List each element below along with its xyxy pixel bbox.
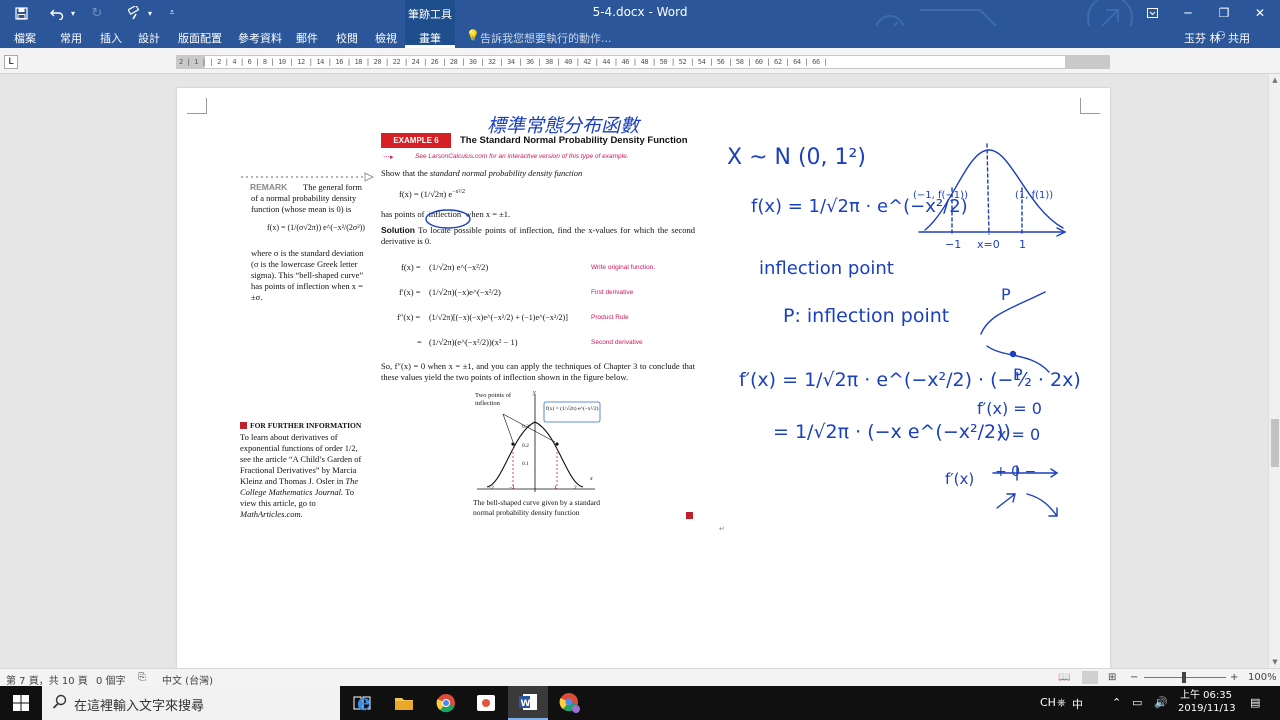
proofing-icon[interactable]: ⎘: [138, 672, 146, 683]
ink-line1: X ~ N (0, 1²): [727, 145, 866, 170]
word-app-icon[interactable]: W: [508, 686, 548, 720]
scroll-up-icon[interactable]: ▲: [1269, 74, 1280, 86]
close-button[interactable]: ✕: [1242, 0, 1278, 26]
ime-settings-icon[interactable]: ⎈: [1057, 696, 1066, 710]
clock-date: 2019/11/13: [1178, 703, 1236, 714]
ruler-ticks: 2 | 1 | | 2 | 4 | 6 | 8 | 10 | 12 | 14 |…: [179, 58, 828, 66]
notifications-icon[interactable]: ▤: [1250, 696, 1260, 709]
ink-graph-right: (1, f(1)): [1015, 190, 1053, 201]
network-icon[interactable]: ▭: [1132, 696, 1142, 709]
tab-design[interactable]: 設計: [138, 30, 160, 46]
ribbon-tabs: 檔案 常用 插入 設計 版面配置 參考資料 郵件 校閱 檢視 畫筆 💡 告訴我您…: [0, 26, 1280, 48]
search-placeholder: 在這裡輸入文字來搜尋: [74, 699, 205, 714]
system-clock[interactable]: 上午 06:35 2019/11/13: [1178, 689, 1236, 715]
minimize-button[interactable]: ─: [1170, 0, 1206, 26]
ink-inflection-point: inflection point: [759, 258, 894, 279]
ink-circle-inflection: [425, 209, 471, 229]
ink-graph-left: (−1, f(−1)): [913, 190, 968, 201]
tab-insert[interactable]: 插入: [100, 30, 122, 46]
ink-deriv2: = 1/√2π · (−x e^(−x²/2)): [773, 421, 1011, 443]
scrollbar-thumb[interactable]: [1271, 419, 1279, 467]
file-explorer-icon[interactable]: [384, 686, 424, 720]
language-indicator[interactable]: 中文 (台灣): [162, 672, 213, 687]
word-count[interactable]: 0 個字: [96, 672, 126, 687]
ink-increasing-arrow: [996, 493, 1016, 509]
share-person-icon: ⚇: [1216, 29, 1226, 42]
tab-view[interactable]: 檢視: [375, 30, 397, 46]
media-app-icon[interactable]: [466, 686, 506, 720]
document-area[interactable]: EXAMPLE 6 The Standard Normal Probabilit…: [0, 74, 1268, 668]
show-hidden-icons[interactable]: ⌃: [1112, 696, 1121, 709]
word-window: ▾ ↻ ▾ ⩡ 筆跡工具 5-4.docx - Word ─ ❐ ✕ 檔案 常用…: [0, 0, 1280, 720]
zoom-out-icon[interactable]: −: [1130, 672, 1138, 683]
ink-graph-tick-right: 1: [1019, 238, 1026, 251]
ink-graph-tick-left: −1: [945, 238, 961, 251]
web-layout-icon[interactable]: ⊞: [1108, 672, 1116, 683]
ink-deriv1: f′(x) = 1/√2π · e^(−x²/2) · (−½ · 2x): [739, 369, 1081, 391]
ink-p-curve-top: [980, 291, 1046, 335]
page-count[interactable]: 第 7 頁，共 10 頁: [6, 672, 88, 687]
ink-annotations[interactable]: 標準常態分布函數 X ~ N (0, 1²) f(x) = 1/√2π · e^…: [177, 88, 1110, 668]
scroll-down-icon[interactable]: ▼: [1269, 656, 1280, 668]
ink-sign-label: f′(x): [945, 470, 974, 488]
ink-sign-chart: + 0 −: [995, 464, 1036, 480]
taskbar-search[interactable]: 在這裡輸入文字來搜尋: [42, 686, 340, 720]
document-page[interactable]: EXAMPLE 6 The Standard Normal Probabilit…: [177, 88, 1110, 668]
ime-language[interactable]: 中: [1072, 696, 1083, 712]
restore-button[interactable]: ❐: [1206, 0, 1242, 26]
windows-logo-icon: [13, 695, 29, 711]
ink-decreasing-arrow: [1026, 493, 1058, 517]
start-button[interactable]: [0, 686, 42, 720]
chrome-icon[interactable]: [426, 686, 466, 720]
chrome-profile-icon[interactable]: [550, 686, 590, 720]
title-bar: ▾ ↻ ▾ ⩡ 筆跡工具 5-4.docx - Word ─ ❐ ✕: [0, 0, 1280, 48]
search-icon: [52, 694, 67, 713]
tab-home[interactable]: 常用: [60, 30, 82, 46]
svg-text:W: W: [521, 699, 531, 709]
print-layout-icon[interactable]: [1082, 671, 1098, 684]
tab-file[interactable]: 檔案: [14, 30, 36, 46]
tab-references[interactable]: 參考資料: [238, 30, 282, 46]
ime-mode[interactable]: CH: [1040, 696, 1056, 709]
clock-time: 上午 06:35: [1180, 690, 1232, 701]
ink-p-label-top: P: [1001, 285, 1011, 304]
tab-layout[interactable]: 版面配置: [178, 30, 222, 46]
volume-icon[interactable]: 🔊: [1154, 696, 1168, 709]
ink-f1-zero: f′(x) = 0: [977, 399, 1042, 418]
tab-stop-selector[interactable]: L: [4, 55, 18, 69]
ink-heading: 標準常態分布函數: [487, 115, 642, 137]
horizontal-ruler[interactable]: 2 | 1 | | 2 | 4 | 6 | 8 | 10 | 12 | 14 |…: [176, 55, 1110, 69]
zoom-level[interactable]: 100%: [1248, 672, 1277, 683]
tab-mailings[interactable]: 郵件: [296, 30, 318, 46]
zoom-slider-thumb[interactable]: [1182, 672, 1186, 683]
edge-browser-icon[interactable]: e: [344, 686, 384, 720]
ink-p-dot: [1009, 350, 1017, 358]
tell-me-search[interactable]: 告訴我您想要執行的動作...: [480, 30, 612, 46]
tab-draw[interactable]: 畫筆: [405, 26, 455, 48]
share-button[interactable]: 共用: [1228, 30, 1250, 46]
tab-review[interactable]: 校閱: [336, 30, 358, 46]
zoom-in-icon[interactable]: +: [1230, 672, 1238, 683]
ink-graph-tick-center: x=0: [977, 238, 1000, 251]
ink-graph-center-line: [986, 143, 990, 235]
windows-taskbar: 在這裡輸入文字來搜尋 e W CH ⎈ 中 ⌃ ▭ 🔊 上午 06:35 201…: [0, 686, 1280, 720]
read-mode-icon[interactable]: 📖: [1058, 672, 1070, 683]
ink-x-zero: x = 0: [997, 425, 1040, 444]
status-bar: 第 7 頁，共 10 頁 0 個字 ⎘ 中文 (台灣) 📖 ⊞ − + 100%: [0, 668, 1280, 687]
ink-p-definition: P: inflection point: [783, 305, 949, 327]
ribbon-display-options-icon[interactable]: [1134, 0, 1170, 26]
lightbulb-icon: 💡: [466, 29, 480, 42]
vertical-scrollbar[interactable]: ▲ ▼: [1268, 74, 1280, 668]
